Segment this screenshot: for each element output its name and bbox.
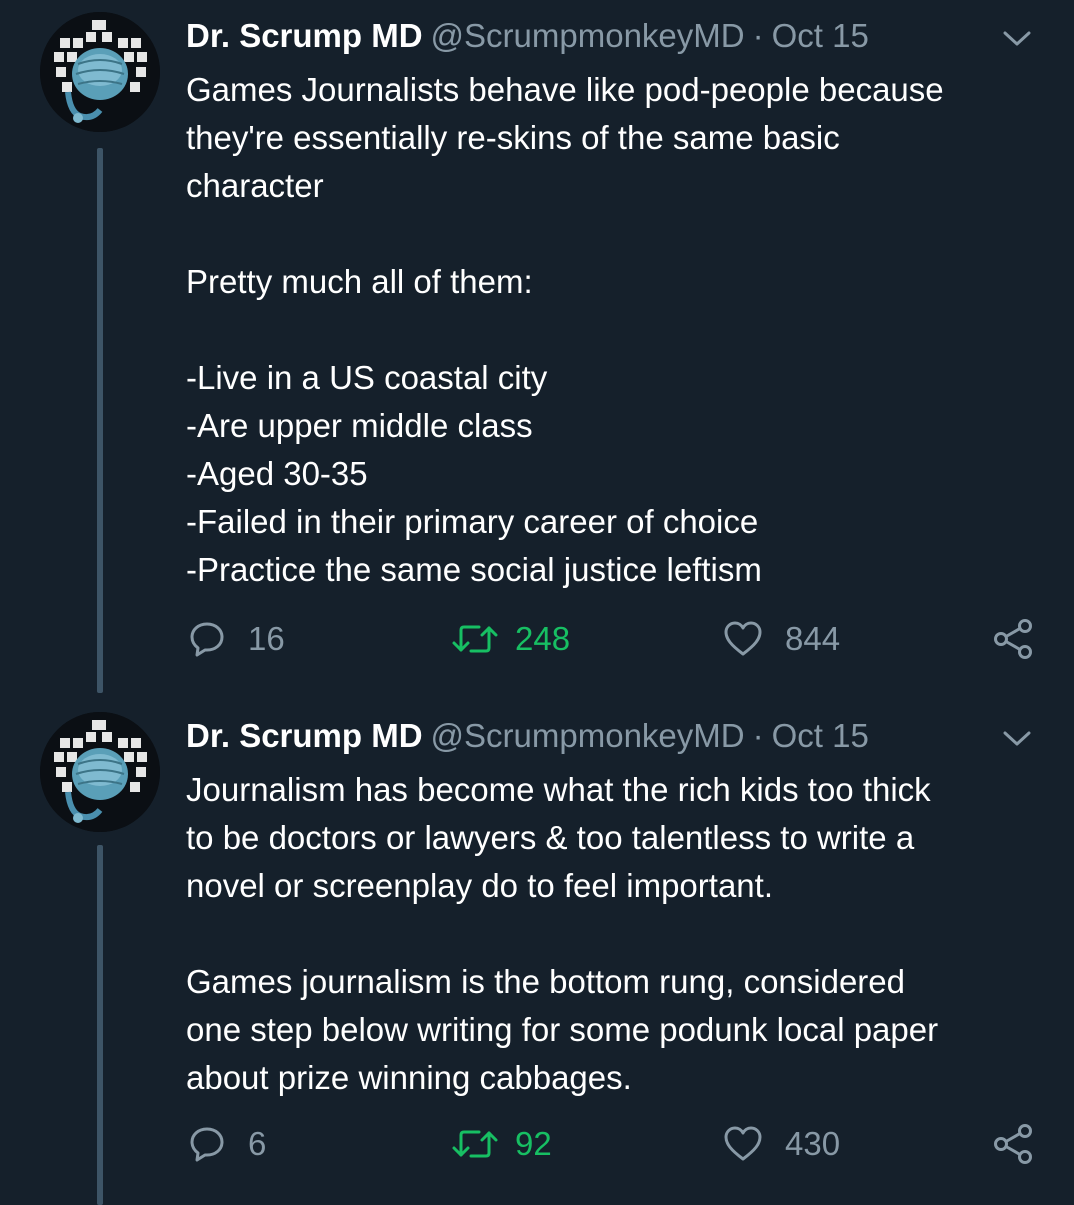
tweet-2[interactable]: Dr. Scrump MD @ScrumpmonkeyMD · Oct 15 Jour…	[0, 700, 1074, 1205]
separator: ·	[752, 17, 764, 54]
retweet-count: 92	[515, 1125, 552, 1162]
tweet-text-line	[186, 210, 1046, 258]
avatar[interactable]	[40, 12, 160, 132]
tweet-text-line: Pretty much all of them:	[186, 263, 533, 300]
tweet-text-line: to be doctors or lawyers & too talentles…	[186, 819, 915, 856]
reply-button[interactable]: 6	[188, 1120, 266, 1168]
share-button[interactable]	[992, 1120, 1056, 1168]
tweet-text-line: one step below writing for some podunk l…	[186, 1011, 939, 1048]
separator: ·	[752, 717, 764, 754]
tweet-text-line: Games Journalists behave like pod-people…	[186, 71, 944, 108]
reply-icon	[190, 1127, 224, 1162]
tweet-text: Games Journalists behave like pod-people…	[186, 66, 1046, 594]
avatar-image	[40, 12, 160, 132]
tweet-text-line: they're essentially re-skins of the same…	[186, 119, 840, 156]
retweet-icon	[452, 625, 498, 653]
like-button[interactable]: 844	[723, 615, 840, 663]
action-bar: 6 92 430	[186, 1120, 1046, 1168]
share-icon	[994, 1124, 1032, 1164]
tweet-text-line: novel or screenplay do to feel important…	[186, 867, 773, 904]
tweet-text-line: -Practice the same social justice leftis…	[186, 551, 762, 588]
tweet-header: Dr. Scrump MD @ScrumpmonkeyMD · Oct 15	[186, 16, 869, 56]
avatar[interactable]	[40, 712, 160, 832]
retweet-button[interactable]: 92	[451, 1120, 552, 1168]
avatar-image	[40, 712, 160, 832]
retweet-count: 248	[515, 620, 571, 657]
tweet-text-line	[186, 910, 1046, 958]
tweet-text-line	[186, 306, 1046, 354]
tweet-date[interactable]: Oct 15	[772, 717, 869, 754]
tweet-date[interactable]: Oct 15	[772, 17, 869, 54]
share-icon	[994, 619, 1032, 659]
tweet-text-line: -Live in a US coastal city	[186, 359, 548, 396]
action-bar: 16 248 844	[186, 615, 1046, 663]
chevron-down-icon[interactable]	[1000, 728, 1034, 750]
share-button[interactable]	[992, 615, 1056, 663]
tweet-text-line: -Are upper middle class	[186, 407, 533, 444]
tweet-text: Journalism has become what the rich kids…	[186, 766, 1046, 1102]
author-name[interactable]: Dr. Scrump MD	[186, 17, 423, 54]
tweet-text-line: about prize winning cabbages.	[186, 1059, 632, 1096]
reply-count: 16	[248, 620, 285, 657]
tweet-text-line: Journalism has become what the rich kids…	[186, 771, 931, 808]
author-name[interactable]: Dr. Scrump MD	[186, 717, 423, 754]
reply-count: 6	[248, 1125, 267, 1162]
tweet-text-line: -Aged 30-35	[186, 455, 368, 492]
heart-icon	[724, 621, 762, 656]
tweet-1[interactable]: Dr. Scrump MD @ScrumpmonkeyMD · Oct 15 Game…	[0, 0, 1074, 700]
author-handle[interactable]: @ScrumpmonkeyMD	[431, 717, 745, 754]
heart-icon	[724, 1126, 762, 1161]
thread-line	[97, 148, 103, 693]
tweet-text-line: -Failed in their primary career of choic…	[186, 503, 759, 540]
thread-line	[97, 845, 103, 1205]
tweet-text-line: character	[186, 167, 324, 204]
author-handle[interactable]: @ScrumpmonkeyMD	[431, 17, 745, 54]
reply-button[interactable]: 16	[188, 615, 285, 663]
retweet-icon	[452, 1130, 498, 1158]
like-button[interactable]: 430	[723, 1120, 840, 1168]
reply-icon	[190, 622, 224, 657]
tweet-header: Dr. Scrump MD @ScrumpmonkeyMD · Oct 15	[186, 716, 869, 756]
chevron-down-icon[interactable]	[1000, 28, 1034, 50]
like-count: 430	[785, 1125, 841, 1162]
like-count: 844	[785, 620, 841, 657]
tweet-text-line: Games journalism is the bottom rung, con…	[186, 963, 906, 1000]
retweet-button[interactable]: 248	[451, 615, 570, 663]
